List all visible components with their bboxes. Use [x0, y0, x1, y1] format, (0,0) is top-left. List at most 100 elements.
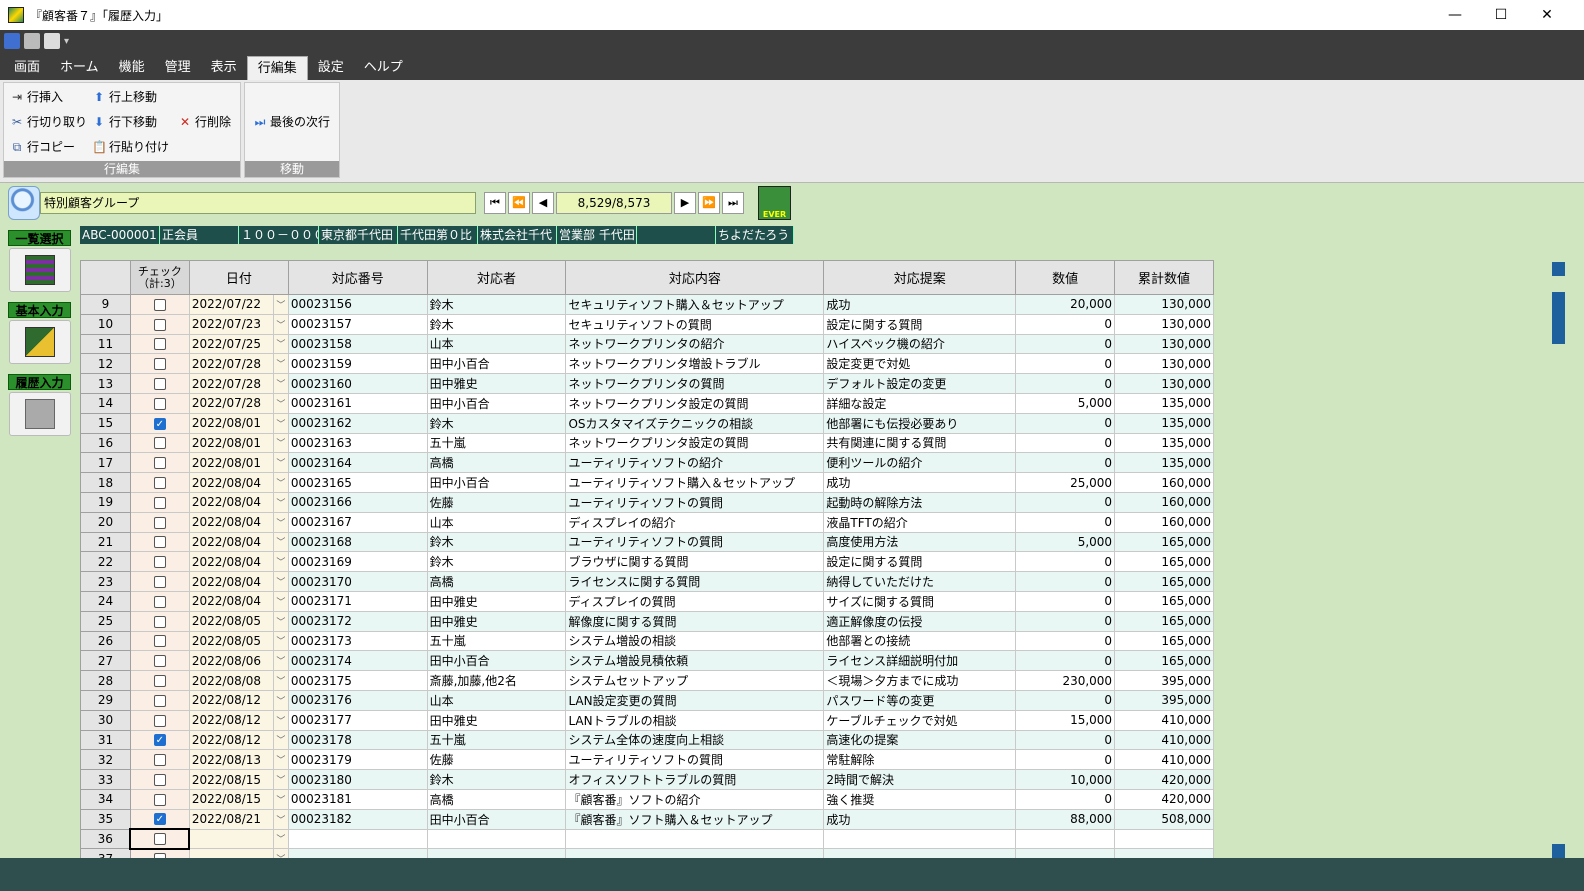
- number-cell[interactable]: 00023163: [287, 432, 428, 454]
- proposal-cell[interactable]: 他部署との接続: [823, 630, 1017, 652]
- row-check-cell[interactable]: [129, 808, 190, 830]
- date-dropdown-icon[interactable]: ﹀: [272, 313, 289, 335]
- last-record-button[interactable]: ⏭: [722, 192, 744, 214]
- date-dropdown-icon[interactable]: ﹀: [272, 392, 289, 414]
- date-dropdown-icon[interactable]: ﹀: [272, 571, 289, 592]
- content-cell[interactable]: 『顧客番』ソフト購入＆セットアップ: [565, 808, 825, 830]
- row-check-cell[interactable]: [129, 670, 190, 691]
- cumulative-cell[interactable]: [1114, 848, 1214, 858]
- value-cell[interactable]: 0: [1015, 353, 1116, 375]
- number-cell[interactable]: 00023179: [287, 749, 428, 771]
- cumulative-cell[interactable]: [1114, 828, 1214, 850]
- scroll-down-button[interactable]: [1552, 844, 1565, 858]
- person-cell[interactable]: 田中小百合: [426, 353, 567, 375]
- row-check-cell[interactable]: [129, 788, 190, 810]
- person-cell[interactable]: 高橋: [426, 571, 567, 592]
- person-cell[interactable]: 田中小百合: [426, 808, 567, 830]
- number-cell[interactable]: [287, 828, 428, 850]
- ever-button[interactable]: EVER: [758, 186, 791, 220]
- tab-view[interactable]: 表示: [201, 56, 247, 80]
- number-cell[interactable]: 00023167: [287, 511, 428, 533]
- number-cell[interactable]: 00023157: [287, 313, 428, 335]
- proposal-cell[interactable]: 設定変更で対処: [823, 353, 1017, 375]
- date-cell[interactable]: 2022/08/12: [188, 689, 274, 711]
- date-dropdown-icon[interactable]: ﹀: [272, 294, 289, 315]
- proposal-cell[interactable]: 成功: [823, 808, 1017, 830]
- content-cell[interactable]: システム全体の速度向上相談: [565, 729, 825, 751]
- person-cell[interactable]: 鈴木: [426, 769, 567, 790]
- number-cell[interactable]: 00023182: [287, 808, 428, 830]
- cumulative-cell[interactable]: 130,000: [1114, 333, 1214, 355]
- value-cell[interactable]: 0: [1015, 333, 1116, 355]
- table-row[interactable]: 31 2022/08/12﹀00023178五十嵐システム全体の速度向上相談高速化…: [80, 729, 1214, 751]
- tab-help[interactable]: ヘルプ: [354, 56, 413, 80]
- number-cell[interactable]: 00023175: [287, 670, 428, 691]
- value-cell[interactable]: 0: [1015, 412, 1116, 434]
- proposal-header[interactable]: 対応提案: [823, 260, 1017, 295]
- content-cell[interactable]: オフィスソフトトラブルの質問: [565, 769, 825, 790]
- person-cell[interactable]: 五十嵐: [426, 432, 567, 454]
- person-cell[interactable]: 佐藤: [426, 749, 567, 771]
- date-cell[interactable]: 2022/08/01: [188, 412, 274, 434]
- date-dropdown-icon[interactable]: ﹀: [272, 769, 289, 790]
- row-check-cell[interactable]: [129, 333, 190, 355]
- insert-row-button[interactable]: ⇥ 行挿入: [10, 87, 63, 107]
- value-cell[interactable]: 0: [1015, 788, 1116, 810]
- value-cell[interactable]: 0: [1015, 491, 1116, 513]
- content-cell[interactable]: セキュリティソフトの質問: [565, 313, 825, 335]
- date-dropdown-icon[interactable]: ﹀: [272, 491, 289, 513]
- cumulative-cell[interactable]: 395,000: [1114, 670, 1214, 691]
- proposal-cell[interactable]: 常駐解除: [823, 749, 1017, 771]
- table-row[interactable]: 35 2022/08/21﹀00023182田中小百合『顧客番』ソフト購入＆セット…: [80, 808, 1214, 830]
- date-cell[interactable]: 2022/07/22: [188, 294, 274, 315]
- row-check-cell[interactable]: [129, 828, 191, 850]
- number-cell[interactable]: 00023168: [287, 531, 428, 553]
- cumulative-cell[interactable]: 165,000: [1114, 610, 1214, 632]
- proposal-cell[interactable]: サイズに関する質問: [823, 590, 1017, 612]
- date-dropdown-icon[interactable]: ﹀: [272, 353, 289, 375]
- group-search-icon[interactable]: [8, 186, 40, 220]
- row-checkbox[interactable]: [153, 358, 166, 371]
- table-row[interactable]: 34 2022/08/15 ﹀ 00023181 高橋 『顧客番』ソフトの紹介 強く推奨 0 4…: [80, 788, 1214, 810]
- row-checkbox[interactable]: [153, 754, 166, 767]
- date-cell[interactable]: 2022/08/04: [188, 491, 274, 513]
- date-cell[interactable]: 2022/08/13: [188, 749, 274, 771]
- number-cell[interactable]: 00023172: [287, 610, 428, 632]
- row-checkbox[interactable]: [153, 793, 166, 806]
- content-cell[interactable]: ライセンスに関する質問: [565, 571, 825, 592]
- content-cell[interactable]: OSカスタマイズテクニックの相談: [565, 412, 825, 434]
- cumulative-cell[interactable]: 160,000: [1114, 472, 1214, 493]
- date-cell[interactable]: 2022/08/04: [188, 571, 274, 592]
- date-dropdown-icon[interactable]: ﹀: [272, 788, 289, 810]
- number-cell[interactable]: [287, 848, 428, 858]
- table-row[interactable]: 30 2022/08/12 ﹀ 00023177 田中雅史 LANトラブルの相談 ケーブルチ…: [80, 709, 1214, 731]
- value-cell[interactable]: 0: [1015, 452, 1116, 474]
- next-record-button[interactable]: ▶: [674, 192, 696, 214]
- save-icon[interactable]: [4, 33, 20, 49]
- date-cell[interactable]: 2022/08/05: [188, 630, 274, 652]
- person-cell[interactable]: [426, 828, 567, 850]
- date-dropdown-icon[interactable]: ﹀: [272, 848, 289, 858]
- person-cell[interactable]: 五十嵐: [426, 630, 567, 652]
- proposal-cell[interactable]: パスワード等の変更: [823, 689, 1017, 711]
- content-cell[interactable]: ネットワークプリンタ増設トラブル: [565, 353, 825, 375]
- row-checkbox[interactable]: [153, 417, 166, 430]
- date-dropdown-icon[interactable]: ﹀: [272, 610, 289, 632]
- row-checkbox[interactable]: [153, 675, 166, 688]
- row-check-cell[interactable]: [129, 749, 190, 771]
- date-cell[interactable]: 2022/08/04: [188, 531, 274, 553]
- row-check-cell[interactable]: [129, 392, 190, 414]
- person-cell[interactable]: [426, 848, 567, 858]
- content-cell[interactable]: [565, 828, 825, 850]
- list-select-button[interactable]: [9, 248, 71, 292]
- date-cell[interactable]: 2022/08/04: [188, 472, 274, 493]
- row-check-cell[interactable]: [129, 630, 190, 652]
- date-dropdown-icon[interactable]: ﹀: [272, 808, 289, 830]
- cumulative-cell[interactable]: 135,000: [1114, 452, 1214, 474]
- cumulative-cell[interactable]: 420,000: [1114, 788, 1214, 810]
- table-row[interactable]: 9 2022/07/22 ﹀ 00023156 鈴木 セキュリティソフト購入＆セットアップ…: [80, 294, 1214, 315]
- table-row[interactable]: 17 2022/08/01 ﹀ 00023164 高橋 ユーティリティソフトの紹介 便利ツー…: [80, 452, 1214, 474]
- date-cell[interactable]: 2022/07/28: [188, 373, 274, 394]
- row-check-cell[interactable]: [129, 571, 190, 592]
- table-row[interactable]: 21 2022/08/04 ﹀ 00023168 鈴木 ユーティリティソフトの質問 高度使用…: [80, 531, 1214, 553]
